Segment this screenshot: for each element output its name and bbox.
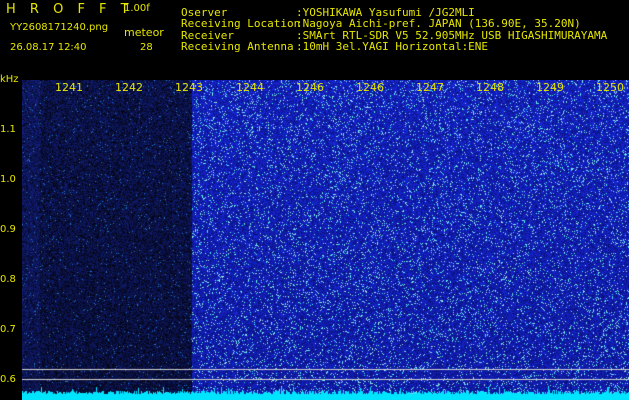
x-tick-label: 1247 (416, 81, 444, 94)
x-tick-label: 1249 (536, 81, 564, 94)
y-tick-label: 1.1 (0, 124, 16, 135)
meteor-label: meteor (124, 26, 164, 39)
x-tick-label: 1244 (236, 81, 264, 94)
version-label: 1.00f (124, 3, 150, 14)
x-tick-label: 1246 (356, 81, 384, 94)
x-tick-label: 1248 (476, 81, 504, 94)
y-tick-label: 0.9 (0, 224, 16, 235)
app-title: H R O F F T (6, 2, 134, 17)
y-tick-label: 0.7 (0, 324, 16, 335)
y-tick-label: 0.6 (0, 374, 16, 385)
antenna-label: Receiving Antenna (181, 40, 294, 53)
spectrogram-canvas (22, 80, 629, 400)
datetime-label: 26.08.17 12:40 (10, 42, 87, 53)
x-tick-label: 1250 (596, 81, 624, 94)
filename-label: YY2608171240.png (10, 22, 109, 33)
y-tick-label: 0.8 (0, 274, 16, 285)
x-tick-label: 1246 (296, 81, 324, 94)
antenna-value: :10mH 3el.YAGI Horizontal:ENE (296, 40, 489, 53)
x-tick-label: 1243 (175, 81, 203, 94)
y-axis-unit: kHz (0, 74, 19, 85)
x-tick-label: 1241 (55, 81, 83, 94)
meteor-count: 28 (140, 42, 153, 53)
x-tick-label: 1242 (115, 81, 143, 94)
y-tick-label: 1.0 (0, 174, 16, 185)
